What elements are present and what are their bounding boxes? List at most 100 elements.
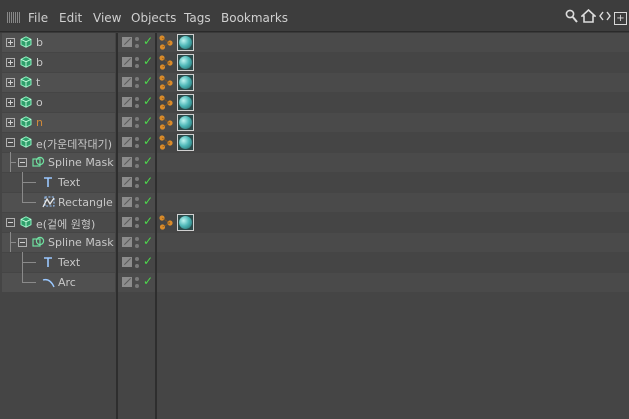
material-icon[interactable] (159, 95, 174, 110)
material-icon[interactable] (159, 75, 174, 90)
tree-row[interactable]: Spline Mask ✓ (0, 152, 629, 173)
menu-edit[interactable]: Edit (59, 11, 82, 25)
enabled-check-icon[interactable]: ✓ (143, 154, 153, 168)
object-name-cell[interactable]: e(가운데작대기) (2, 133, 115, 152)
layer-icon[interactable] (122, 97, 132, 107)
expand-toggle-icon[interactable] (6, 98, 15, 107)
object-name[interactable]: Text (58, 176, 80, 189)
layer-icon[interactable] (122, 217, 132, 227)
object-name[interactable]: Text (58, 256, 80, 269)
tree-row[interactable]: e(겉에 원형) ✓ (0, 213, 629, 233)
enabled-check-icon[interactable]: ✓ (143, 134, 153, 148)
object-name-cell[interactable]: Spline Mask (2, 232, 115, 252)
visibility-dots-icon[interactable] (135, 276, 141, 289)
layer-icon[interactable] (122, 197, 132, 207)
visibility-dots-icon[interactable] (135, 136, 141, 149)
home-icon[interactable] (579, 8, 598, 27)
material-icon[interactable] (159, 215, 174, 230)
search-icon[interactable] (565, 9, 578, 27)
tree-row[interactable]: e(가운데작대기) ✓ (0, 133, 629, 153)
material-icon[interactable] (159, 35, 174, 50)
visibility-dots-icon[interactable] (135, 156, 141, 169)
enabled-check-icon[interactable]: ✓ (143, 174, 153, 188)
layer-icon[interactable] (122, 77, 132, 87)
tree-row[interactable]: Arc ✓ (0, 272, 629, 293)
phong-tag-icon[interactable] (177, 34, 194, 51)
layer-icon[interactable] (122, 117, 132, 127)
enabled-check-icon[interactable]: ✓ (143, 234, 153, 248)
layer-icon[interactable] (122, 37, 132, 47)
tree-row[interactable]: n ✓ (0, 113, 629, 133)
collapse-toggle-icon[interactable] (6, 218, 15, 227)
visibility-dots-icon[interactable] (135, 196, 141, 209)
enabled-check-icon[interactable]: ✓ (143, 194, 153, 208)
collapse-toggle-icon[interactable] (18, 158, 27, 167)
visibility-dots-icon[interactable] (135, 76, 141, 89)
menu-view[interactable]: View (93, 11, 121, 25)
object-name[interactable]: o (36, 96, 43, 109)
expand-toggle-icon[interactable] (6, 118, 15, 127)
phong-tag-icon[interactable] (177, 74, 194, 91)
enabled-check-icon[interactable]: ✓ (143, 54, 153, 68)
material-icon[interactable] (159, 135, 174, 150)
phong-tag-icon[interactable] (177, 114, 194, 131)
object-name-cell[interactable]: b (2, 33, 115, 52)
object-name-cell[interactable]: t (2, 73, 115, 92)
visibility-dots-icon[interactable] (135, 256, 141, 269)
object-name[interactable]: Spline Mask (48, 236, 114, 249)
layer-icon[interactable] (122, 157, 132, 167)
phong-tag-icon[interactable] (177, 214, 194, 231)
object-name[interactable]: e(가운데작대기) (36, 136, 112, 152)
collapse-icon[interactable] (599, 11, 611, 25)
add-panel-icon[interactable]: + (614, 11, 627, 25)
tree-row[interactable]: t ✓ (0, 73, 629, 93)
menu-file[interactable]: File (28, 11, 48, 25)
tree-row[interactable]: Spline Mask ✓ (0, 232, 629, 253)
expand-toggle-icon[interactable] (6, 78, 15, 87)
object-name[interactable]: t (36, 76, 40, 89)
object-name-cell[interactable]: n (2, 113, 115, 132)
visibility-dots-icon[interactable] (135, 56, 141, 69)
column-divider[interactable] (116, 33, 118, 419)
panel-grip-icon[interactable] (7, 12, 20, 23)
tree-row[interactable]: Text ✓ (0, 252, 629, 273)
menu-objects[interactable]: Objects (131, 11, 176, 25)
visibility-dots-icon[interactable] (135, 96, 141, 109)
layer-icon[interactable] (122, 237, 132, 247)
tree-row[interactable]: b ✓ (0, 33, 629, 53)
object-name-cell[interactable]: Text (2, 252, 115, 272)
object-name-cell[interactable]: Arc (2, 272, 115, 292)
menu-bookmarks[interactable]: Bookmarks (221, 11, 288, 25)
tree-row[interactable]: Rectangle ✓ (0, 192, 629, 213)
expand-toggle-icon[interactable] (6, 58, 15, 67)
visibility-dots-icon[interactable] (135, 236, 141, 249)
object-name-cell[interactable]: Rectangle (2, 192, 115, 212)
enabled-check-icon[interactable]: ✓ (143, 274, 153, 288)
enabled-check-icon[interactable]: ✓ (143, 254, 153, 268)
object-name-cell[interactable]: b (2, 53, 115, 72)
object-name[interactable]: n (36, 116, 43, 129)
collapse-toggle-icon[interactable] (6, 138, 15, 147)
enabled-check-icon[interactable]: ✓ (143, 94, 153, 108)
material-icon[interactable] (159, 55, 174, 70)
object-name[interactable]: e(겉에 원형) (36, 216, 95, 232)
visibility-dots-icon[interactable] (135, 216, 141, 229)
layer-icon[interactable] (122, 137, 132, 147)
object-name-cell[interactable]: Spline Mask (2, 152, 115, 172)
object-name[interactable]: Arc (58, 276, 76, 289)
layer-icon[interactable] (122, 177, 132, 187)
object-name[interactable]: b (36, 56, 43, 69)
object-name-cell[interactable]: e(겉에 원형) (2, 213, 115, 232)
object-name-cell[interactable]: o (2, 93, 115, 112)
enabled-check-icon[interactable]: ✓ (143, 34, 153, 48)
layer-icon[interactable] (122, 257, 132, 267)
enabled-check-icon[interactable]: ✓ (143, 74, 153, 88)
object-name[interactable]: b (36, 36, 43, 49)
phong-tag-icon[interactable] (177, 54, 194, 71)
layer-icon[interactable] (122, 277, 132, 287)
object-name[interactable]: Rectangle (58, 196, 113, 209)
material-icon[interactable] (159, 115, 174, 130)
phong-tag-icon[interactable] (177, 134, 194, 151)
visibility-dots-icon[interactable] (135, 176, 141, 189)
tree-row[interactable]: Text ✓ (0, 172, 629, 193)
